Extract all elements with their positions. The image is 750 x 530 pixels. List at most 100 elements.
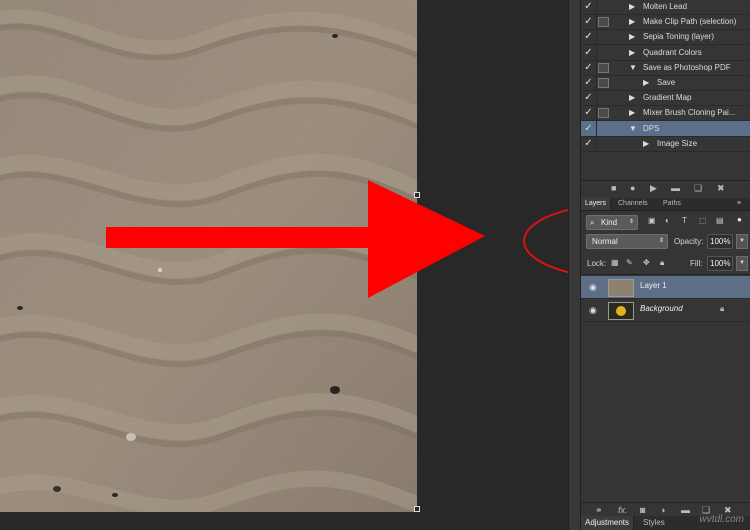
tab-layers[interactable]: Layers <box>581 198 612 210</box>
panel-menu-icon[interactable]: ≡ <box>737 198 741 210</box>
action-row[interactable]: ✓ ▶ Sepia Toning (layer) <box>581 29 750 46</box>
action-label: Mixer Brush Cloning Pai... <box>643 108 736 118</box>
record-icon[interactable]: ● <box>630 183 635 193</box>
action-label: Save <box>657 78 676 87</box>
checkmark-icon[interactable]: ✓ <box>581 59 597 75</box>
action-row[interactable]: ✓ ▶ Quadrant Colors <box>581 44 750 61</box>
smartobject-filter-icon[interactable]: ▤ <box>716 216 724 225</box>
fill-value: 100% <box>710 259 731 268</box>
new-action-icon[interactable]: ❑ <box>694 183 702 194</box>
action-label: DPS <box>643 123 660 133</box>
opacity-value: 100% <box>710 237 731 246</box>
layer-thumbnail <box>608 279 634 297</box>
sand-photo <box>0 0 417 512</box>
blend-mode-select[interactable]: Normal ⇕ <box>586 234 668 249</box>
lock-brush-icon[interactable]: ✎ <box>626 258 633 267</box>
layers-panel-tabs: Layers Channels Paths ≡ <box>581 198 750 211</box>
action-label: Quadrant Colors <box>643 47 702 57</box>
blend-mode-label: Normal <box>592 237 618 246</box>
mask-icon[interactable]: ◙ <box>640 505 645 515</box>
disclosure-closed-icon[interactable]: ▶ <box>629 90 635 105</box>
dialog-toggle-icon[interactable] <box>598 78 609 88</box>
checkmark-icon[interactable]: ✓ <box>581 14 597 30</box>
search-icon: ⌕ <box>590 218 595 227</box>
tab-styles[interactable]: Styles <box>643 516 665 530</box>
opacity-input[interactable]: 100% <box>707 234 733 249</box>
action-label: Image Size <box>657 138 698 148</box>
delete-icon[interactable]: ✖ <box>717 183 725 194</box>
action-label: Make Clip Path (selection) <box>643 17 737 27</box>
checkmark-icon[interactable]: ✓ <box>581 29 597 45</box>
tab-channels[interactable]: Channels <box>618 198 648 210</box>
layer-name: Background <box>640 304 683 313</box>
tab-paths[interactable]: Paths <box>663 198 681 210</box>
layer-row-background[interactable]: ◉ Background 🔒︎ <box>581 299 750 322</box>
adjustment-filter-icon[interactable]: ◐ <box>665 216 670 225</box>
disclosure-open-icon[interactable]: ▼ <box>629 121 637 136</box>
checkmark-icon[interactable]: ✓ <box>581 0 597 14</box>
action-row[interactable]: ✓ ▶ Molten Lead <box>581 0 750 15</box>
adjustment-layer-icon[interactable]: ◑ <box>660 505 665 515</box>
disclosure-closed-icon[interactable]: ▶ <box>629 0 635 14</box>
group-folder-icon[interactable]: ▬ <box>681 505 690 515</box>
fill-label: Fill: <box>690 259 703 268</box>
play-icon[interactable]: ▶ <box>650 183 657 194</box>
dialog-toggle-icon[interactable] <box>598 108 609 119</box>
image-filter-icon[interactable]: ▣ <box>648 216 656 225</box>
eye-icon[interactable]: ◉ <box>589 305 597 316</box>
opacity-label: Opacity: <box>674 237 704 246</box>
shape-filter-icon[interactable]: ⬚ <box>699 216 707 225</box>
disclosure-closed-icon[interactable]: ▶ <box>629 105 635 120</box>
lock-move-icon[interactable]: ✥ <box>643 258 650 267</box>
action-row[interactable]: ✓ ▶ Save <box>581 75 750 91</box>
action-row[interactable]: ✓ ▶ Mixer Brush Cloning Pai... <box>581 105 750 122</box>
checkmark-icon[interactable]: ✓ <box>581 135 597 151</box>
filter-toggle-icon[interactable]: ● <box>737 215 742 224</box>
lock-all-icon[interactable]: 🔒︎ <box>660 258 664 268</box>
disclosure-closed-icon[interactable]: ▶ <box>629 29 635 44</box>
fx-icon[interactable]: fx. <box>618 505 628 515</box>
checkmark-icon[interactable]: ✓ <box>581 75 597 90</box>
checkmark-icon[interactable]: ✓ <box>581 105 597 121</box>
action-row[interactable]: ✓ ▼ DPS <box>581 120 750 137</box>
transform-handle[interactable] <box>414 506 420 512</box>
layer-filter-kind-select[interactable]: ⌕ Kind ⇕ <box>586 215 638 230</box>
lock-transparent-icon[interactable]: ▦ <box>611 258 619 267</box>
divider <box>581 274 750 275</box>
layer-name: Layer 1 <box>640 281 667 290</box>
checkmark-icon[interactable]: ✓ <box>581 44 597 60</box>
layer-row-layer-1[interactable]: ◉ Layer 1 <box>581 276 750 299</box>
actions-toolbar: ■ ● ▶ ▬ ❑ ✖ <box>581 180 750 195</box>
chevron-down-icon[interactable]: ▼ <box>736 234 748 249</box>
dialog-toggle-icon[interactable] <box>598 17 609 28</box>
chevron-down-icon[interactable]: ▼ <box>736 256 748 271</box>
link-icon[interactable]: ⚭ <box>595 505 603 516</box>
action-row[interactable]: ✓ ▶ Image Size <box>581 135 750 152</box>
eye-icon[interactable]: ◉ <box>589 282 597 293</box>
action-label: Gradient Map <box>643 93 692 103</box>
stop-icon[interactable]: ■ <box>611 183 616 193</box>
chevron-updown-icon: ⇕ <box>628 219 634 225</box>
action-row[interactable]: ✓ ▼ Save as Photoshop PDF <box>581 59 750 76</box>
watermark-text: wvtdl.com <box>699 514 744 525</box>
fill-input[interactable]: 100% <box>707 256 733 271</box>
action-label: Molten Lead <box>643 2 688 11</box>
checkmark-icon[interactable]: ✓ <box>581 120 597 136</box>
right-panel-dock: ✓ ▶ Molten Lead ✓ ▶ Make Clip Path (selection… <box>580 0 750 530</box>
action-row[interactable]: ✓ ▶ Make Clip Path (selection) <box>581 14 750 31</box>
tab-adjustments[interactable]: Adjustments <box>581 516 635 530</box>
disclosure-closed-icon[interactable]: ▶ <box>643 75 649 90</box>
transform-handle[interactable] <box>414 192 420 198</box>
dialog-toggle-icon[interactable] <box>598 62 609 73</box>
chevron-updown-icon: ⇕ <box>658 238 664 244</box>
disclosure-closed-icon[interactable]: ▶ <box>629 14 635 29</box>
disclosure-open-icon[interactable]: ▼ <box>629 60 637 75</box>
type-filter-icon[interactable]: T <box>682 216 687 225</box>
disclosure-closed-icon[interactable]: ▶ <box>629 45 635 60</box>
checkmark-icon[interactable]: ✓ <box>581 90 597 106</box>
action-row[interactable]: ✓ ▶ Gradient Map <box>581 90 750 107</box>
disclosure-closed-icon[interactable]: ▶ <box>643 136 649 151</box>
document-canvas[interactable] <box>0 0 568 530</box>
folder-icon[interactable]: ▬ <box>671 183 680 193</box>
action-label: Sepia Toning (layer) <box>643 32 715 42</box>
